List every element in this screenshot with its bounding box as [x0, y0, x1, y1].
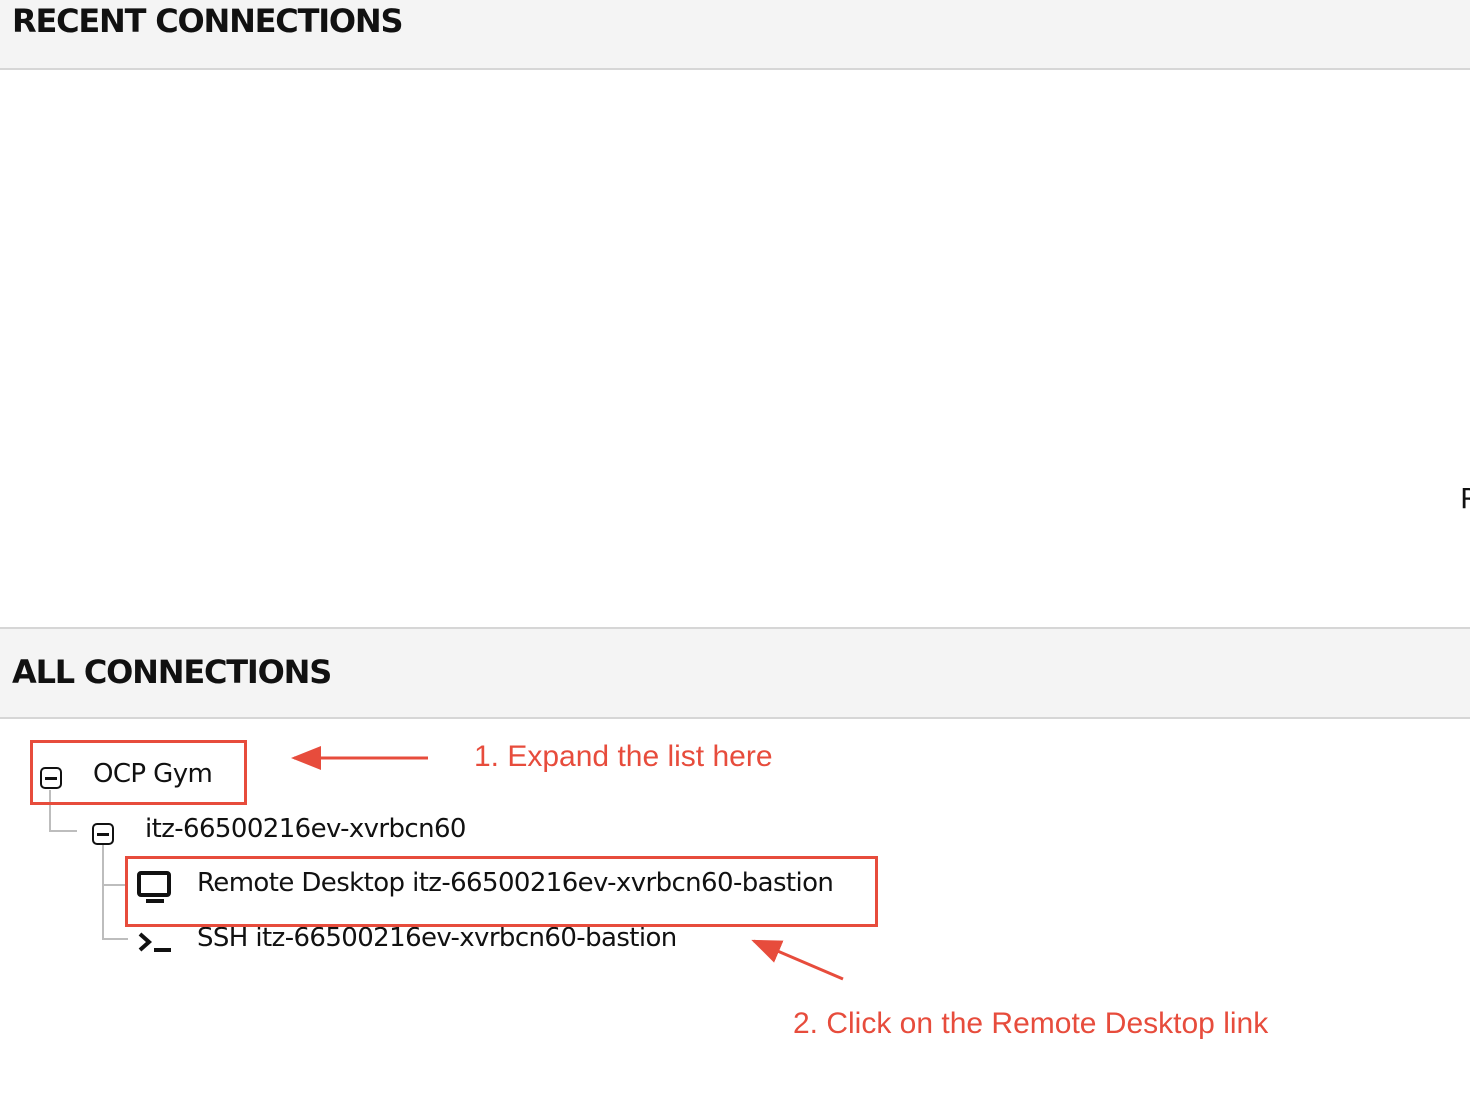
tree-connector-ssh-horizontal — [102, 938, 128, 940]
annotation-step2: 2. Click on the Remote Desktop link — [793, 1007, 1269, 1040]
subgroup-collapse-icon[interactable] — [92, 823, 114, 845]
recent-connection-clipped-label[interactable]: R — [1460, 482, 1470, 515]
highlight-box-ocp-gym — [30, 740, 247, 805]
ssh-connection-link[interactable]: SSH itz-66500216ev-xvrbcn60-bastion — [197, 923, 677, 953]
annotation-step1: 1. Expand the list here — [474, 740, 773, 773]
tree-connector-subgroup-vertical — [102, 845, 104, 940]
annotation-arrow-step2 — [751, 939, 844, 981]
recent-connections-header: RECENT CONNECTIONS — [0, 0, 1470, 70]
tree-connector-group-horizontal — [49, 830, 77, 832]
subgroup-itz-label[interactable]: itz-66500216ev-xvrbcn60 — [145, 814, 466, 844]
all-connections-title: ALL CONNECTIONS — [12, 653, 332, 691]
recent-connections-title: RECENT CONNECTIONS — [12, 2, 404, 40]
all-connections-header: ALL CONNECTIONS — [0, 627, 1470, 719]
terminal-icon[interactable] — [137, 930, 173, 961]
highlight-box-remote-desktop — [125, 856, 878, 927]
